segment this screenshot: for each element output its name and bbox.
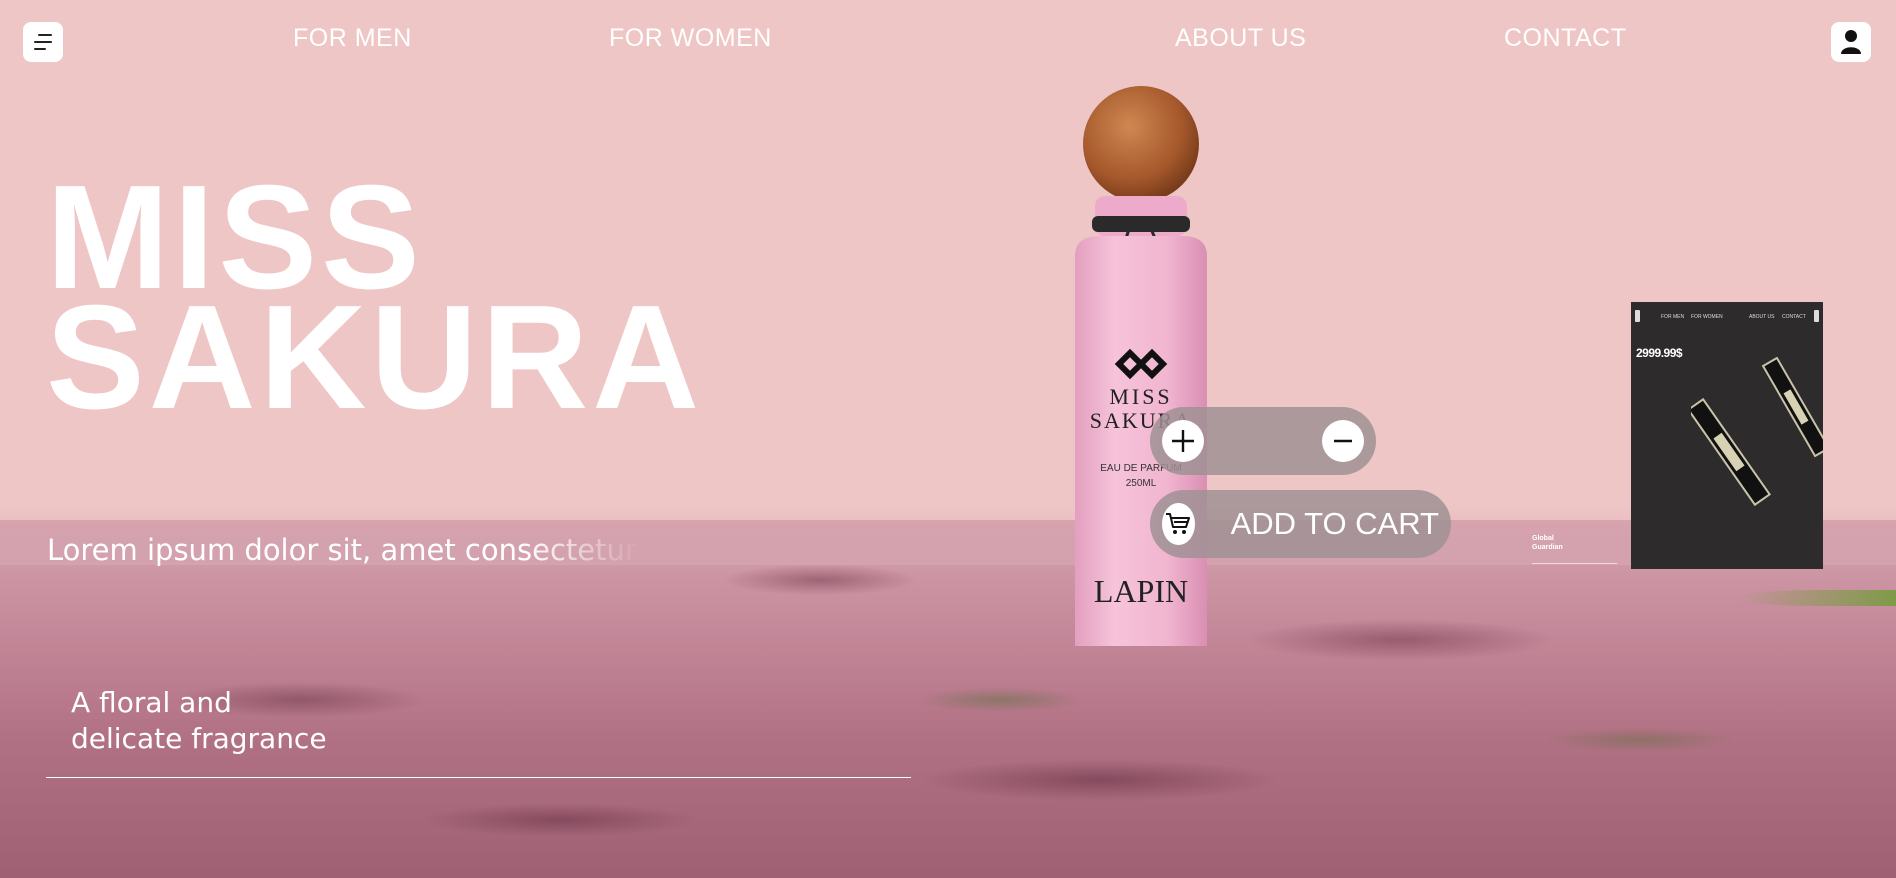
hero-description: Lorem ipsum dolor sit, amet consectetur	[47, 533, 637, 567]
add-to-cart-button[interactable]: ADD TO CART	[1150, 490, 1451, 558]
plus-icon	[1172, 430, 1194, 452]
bottle-brand-line1: MISS	[1109, 384, 1172, 409]
add-to-cart-label: ADD TO CART	[1230, 506, 1439, 541]
product-preview-thumbnail[interactable]: FOR MEN FOR WOMEN ABOUT US CONTACT 2999.…	[1631, 302, 1823, 569]
menu-icon	[34, 34, 52, 50]
quantity-stepper	[1150, 407, 1376, 475]
perfume-bottle-image: MISS SAKURA EAU DE PARFUM 250ML LAPIN	[1075, 86, 1207, 646]
preview-user-icon	[1814, 310, 1819, 322]
cart-icon-wrap	[1162, 503, 1195, 545]
user-button[interactable]	[1831, 22, 1871, 62]
nav-about-us[interactable]: ABOUT US	[1175, 24, 1306, 53]
hero-title: MISS SAKURA	[46, 164, 704, 440]
hero-title-line2: SAKURA	[46, 275, 704, 440]
bottle-maker: LAPIN	[1094, 573, 1188, 609]
menu-button[interactable]	[23, 22, 63, 62]
preview-nav-for-women: FOR WOMEN	[1691, 314, 1723, 320]
divider-line	[46, 777, 911, 778]
preview-nav-for-men: FOR MEN	[1661, 314, 1685, 320]
preview-caption-line2: Guardian	[1532, 544, 1563, 551]
increase-button[interactable]	[1162, 420, 1204, 462]
preview-price: 2999.99$	[1636, 346, 1683, 360]
decrease-button[interactable]	[1322, 420, 1364, 462]
preview-product-image	[1691, 357, 1823, 507]
hero-tagline: A floral and delicate fragrance	[71, 685, 327, 757]
bottle-cap	[1083, 86, 1199, 202]
preview-nav-about-us: ABOUT US	[1749, 314, 1775, 320]
preview-menu-icon	[1635, 310, 1640, 322]
cart-icon	[1166, 513, 1191, 534]
bottle-volume: 250ML	[1126, 478, 1157, 489]
nav-contact[interactable]: CONTACT	[1504, 24, 1626, 53]
tagline-line2: delicate fragrance	[71, 722, 327, 755]
preview-nav-contact: CONTACT	[1782, 314, 1806, 320]
green-hill	[1736, 590, 1896, 606]
preview-caption: Global Guardian	[1532, 534, 1563, 552]
nav-for-men[interactable]: FOR MEN	[293, 24, 412, 53]
nav-for-women[interactable]: FOR WOMEN	[609, 24, 772, 53]
preview-caption-line1: Global	[1532, 535, 1554, 542]
minus-icon	[1334, 439, 1352, 443]
tagline-line1: A floral and	[71, 686, 232, 719]
user-icon	[1841, 30, 1861, 54]
preview-caption-rule	[1532, 563, 1617, 564]
